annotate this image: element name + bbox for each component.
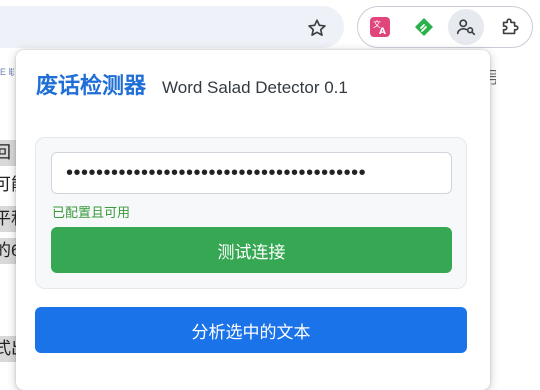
word-salad-detector-extension-button[interactable]: [448, 9, 484, 45]
config-status-text: 已配置且可用: [52, 205, 131, 220]
analyze-selected-text-button[interactable]: 分析选中的文本: [35, 307, 467, 353]
puzzle-icon: [502, 18, 519, 35]
api-key-input[interactable]: [51, 152, 452, 194]
extensions-menu-button[interactable]: [492, 9, 528, 45]
extension-popup: 废话检测器 Word Salad Detector 0.1 已配置且可用 测试连…: [16, 50, 490, 390]
browser-toolbar: 文 A: [0, 0, 540, 54]
person-search-icon: [456, 19, 476, 36]
feedly-extension-button[interactable]: [406, 9, 442, 45]
bookmark-star-button[interactable]: [301, 12, 333, 44]
background-site-logo: E 联想: [0, 68, 14, 77]
app-title-english: Word Salad Detector 0.1: [162, 78, 348, 97]
api-config-card: 已配置且可用 测试连接: [35, 137, 467, 289]
star-icon: [308, 19, 326, 36]
feedly-extension-icon: [415, 18, 433, 36]
translate-extension-button[interactable]: 文 A: [362, 9, 398, 45]
test-connection-button[interactable]: 测试连接: [51, 227, 452, 273]
app-title-chinese: 废话检测器: [36, 73, 147, 98]
address-bar[interactable]: [0, 6, 344, 48]
extensions-area: 文 A: [357, 6, 533, 48]
popup-header: 废话检测器 Word Salad Detector 0.1: [36, 68, 348, 102]
svg-text:A: A: [379, 27, 386, 37]
translate-extension-icon: 文 A: [370, 17, 390, 37]
